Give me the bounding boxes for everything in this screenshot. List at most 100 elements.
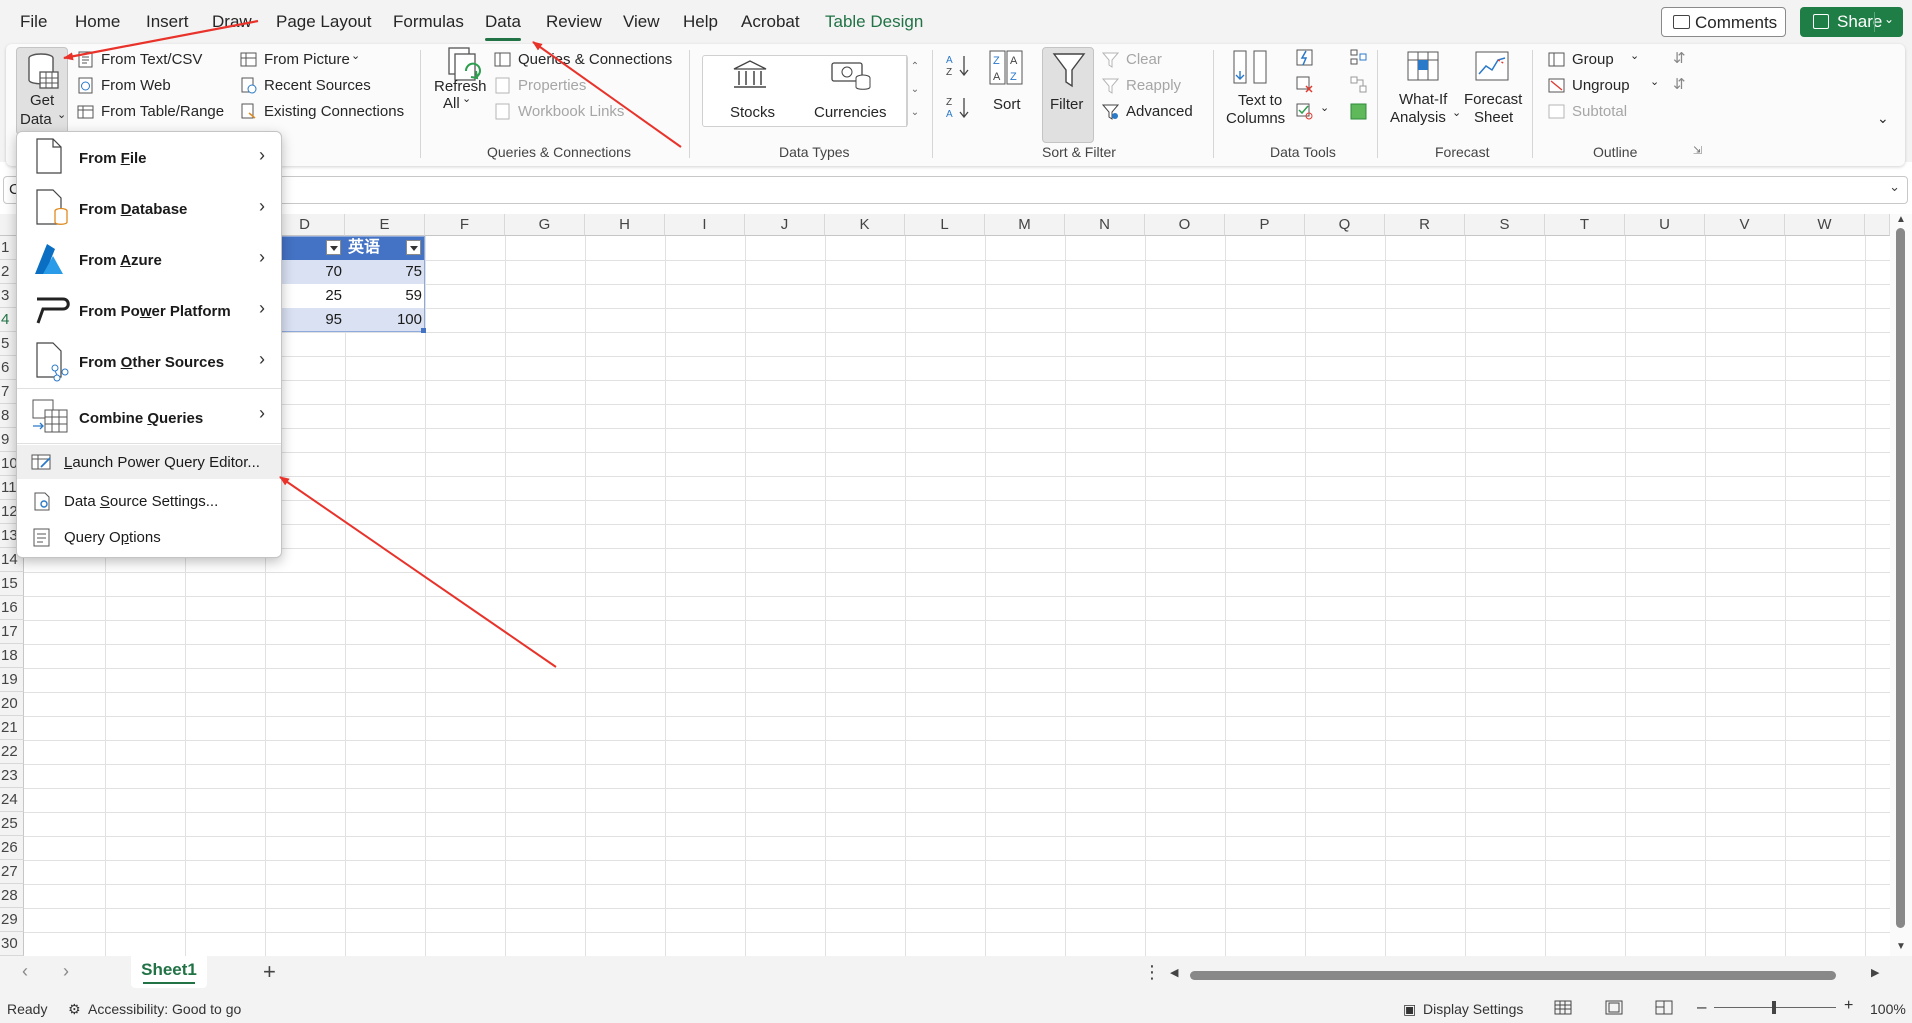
- vertical-scrollbar[interactable]: ▲ ▼: [1890, 214, 1912, 956]
- tab-table-design[interactable]: Table Design: [825, 12, 923, 32]
- workbook-links-button[interactable]: Workbook Links: [518, 103, 624, 120]
- column-header[interactable]: P: [1225, 214, 1305, 236]
- tab-view[interactable]: View: [623, 12, 660, 32]
- relationships-icon[interactable]: [1350, 76, 1367, 93]
- display-settings-button[interactable]: Display Settings: [1423, 1001, 1523, 1017]
- row-header[interactable]: 18: [0, 644, 24, 668]
- column-header[interactable]: S: [1465, 214, 1545, 236]
- flash-fill-icon[interactable]: [1296, 49, 1313, 66]
- clear-button[interactable]: Clear: [1126, 51, 1162, 68]
- more-options-icon[interactable]: ⋮: [1143, 962, 1161, 983]
- forecast-sheet-icon[interactable]: [1474, 50, 1512, 86]
- collapse-ribbon-icon[interactable]: ⌄: [1877, 110, 1889, 127]
- ungroup-button[interactable]: Ungroup: [1572, 77, 1630, 94]
- subtotal-button[interactable]: Subtotal: [1572, 103, 1627, 120]
- column-header[interactable]: Q: [1305, 214, 1385, 236]
- table-cell[interactable]: 100: [345, 308, 425, 332]
- row-header[interactable]: 16: [0, 596, 24, 620]
- filter-dropdown-icon[interactable]: [326, 240, 341, 255]
- show-detail-icon[interactable]: ⇵: [1673, 49, 1686, 67]
- menu-item-from-azure[interactable]: From Azure ›: [17, 234, 281, 285]
- recent-sources-button[interactable]: Recent Sources: [264, 77, 371, 94]
- column-header[interactable]: J: [745, 214, 825, 236]
- horizontal-scroll-thumb[interactable]: [1190, 971, 1836, 980]
- tab-review[interactable]: Review: [546, 12, 602, 32]
- tab-data[interactable]: Data: [485, 12, 521, 41]
- column-header[interactable]: F: [425, 214, 505, 236]
- table-resize-handle[interactable]: [421, 328, 426, 333]
- page-layout-view-icon[interactable]: [1605, 1000, 1623, 1015]
- row-header[interactable]: 26: [0, 836, 24, 860]
- table-cell[interactable]: 59: [345, 284, 425, 308]
- zoom-slider-thumb[interactable]: [1772, 1001, 1776, 1014]
- stocks-icon[interactable]: [731, 58, 769, 92]
- tab-insert[interactable]: Insert: [146, 12, 189, 32]
- what-if-label-1[interactable]: What-If: [1399, 91, 1447, 108]
- consolidate-icon[interactable]: [1350, 49, 1367, 66]
- sort-icon[interactable]: Z A A Z: [988, 50, 1024, 86]
- forecast-sheet-label-2[interactable]: Sheet: [1474, 109, 1513, 126]
- column-header[interactable]: K: [825, 214, 905, 236]
- currencies-icon[interactable]: [829, 60, 873, 92]
- zoom-out-icon[interactable]: –: [1697, 997, 1706, 1017]
- column-header[interactable]: O: [1145, 214, 1225, 236]
- row-header[interactable]: 23: [0, 764, 24, 788]
- row-header[interactable]: 28: [0, 884, 24, 908]
- properties-button[interactable]: Properties: [518, 77, 586, 94]
- chevron-down-icon[interactable]: ⌄: [1884, 12, 1894, 26]
- table-cell[interactable]: 75: [345, 260, 425, 284]
- refresh-all-label-2[interactable]: All: [443, 95, 460, 112]
- scroll-left-icon[interactable]: ◀: [1170, 966, 1178, 979]
- tab-file[interactable]: File: [20, 12, 47, 32]
- scroll-right-icon[interactable]: ▶: [1871, 966, 1879, 979]
- menu-item-from-file[interactable]: From File ›: [17, 132, 281, 183]
- row-header[interactable]: 15: [0, 572, 24, 596]
- forecast-sheet-label-1[interactable]: Forecast: [1464, 91, 1522, 108]
- row-header[interactable]: 21: [0, 716, 24, 740]
- tab-formulas[interactable]: Formulas: [393, 12, 464, 32]
- column-header[interactable]: M: [985, 214, 1065, 236]
- row-header[interactable]: 27: [0, 860, 24, 884]
- from-text-csv-button[interactable]: From Text/CSV: [101, 51, 202, 68]
- group-button[interactable]: Group: [1572, 51, 1614, 68]
- tab-help[interactable]: Help: [683, 12, 718, 32]
- column-header[interactable]: T: [1545, 214, 1625, 236]
- table-header-cell[interactable]: 英语: [345, 236, 425, 260]
- column-header[interactable]: I: [665, 214, 745, 236]
- tab-draw[interactable]: Draw: [212, 12, 252, 32]
- remove-duplicates-icon[interactable]: [1296, 76, 1313, 93]
- menu-item-from-database[interactable]: From Database ›: [17, 183, 281, 234]
- sheet-tab[interactable]: Sheet1: [131, 956, 207, 988]
- gallery-scroll[interactable]: ⌃ ⌄ ⌄: [906, 55, 923, 127]
- menu-item-from-power-platform[interactable]: From Power Platform ›: [17, 285, 281, 336]
- currencies-button[interactable]: Currencies: [814, 104, 887, 121]
- tab-page-layout[interactable]: Page Layout: [276, 12, 371, 32]
- column-header[interactable]: V: [1705, 214, 1785, 236]
- comments-button[interactable]: Comments: [1661, 7, 1786, 37]
- normal-view-icon[interactable]: [1554, 1000, 1572, 1015]
- reapply-button[interactable]: Reapply: [1126, 77, 1181, 94]
- tab-home[interactable]: Home: [75, 12, 120, 32]
- menu-item-launch-power-query-editor[interactable]: Launch Power Query Editor...: [17, 445, 281, 479]
- formula-input[interactable]: [3, 176, 1908, 204]
- expand-formula-bar-icon[interactable]: ⌄: [1889, 179, 1900, 195]
- data-model-icon[interactable]: [1350, 103, 1367, 120]
- column-header[interactable]: N: [1065, 214, 1145, 236]
- sort-button[interactable]: Sort: [993, 96, 1021, 113]
- row-header[interactable]: 19: [0, 668, 24, 692]
- column-header[interactable]: U: [1625, 214, 1705, 236]
- column-header[interactable]: H: [585, 214, 665, 236]
- what-if-label-2[interactable]: Analysis: [1390, 109, 1446, 126]
- text-to-columns-label-1[interactable]: Text to: [1238, 92, 1282, 109]
- text-to-columns-icon[interactable]: [1232, 49, 1268, 87]
- tab-acrobat[interactable]: Acrobat: [741, 12, 800, 32]
- row-header[interactable]: 20: [0, 692, 24, 716]
- filter-dropdown-icon[interactable]: [406, 240, 421, 255]
- row-header[interactable]: 22: [0, 740, 24, 764]
- vertical-scroll-thumb[interactable]: [1896, 228, 1905, 928]
- next-sheet-icon[interactable]: ›: [63, 961, 69, 982]
- text-to-columns-label-2[interactable]: Columns: [1226, 110, 1285, 127]
- accessibility-status[interactable]: Accessibility: Good to go: [88, 1001, 241, 1017]
- queries-connections-button[interactable]: Queries & Connections: [518, 51, 672, 68]
- menu-item-from-other-sources[interactable]: From Other Sources ›: [17, 336, 281, 387]
